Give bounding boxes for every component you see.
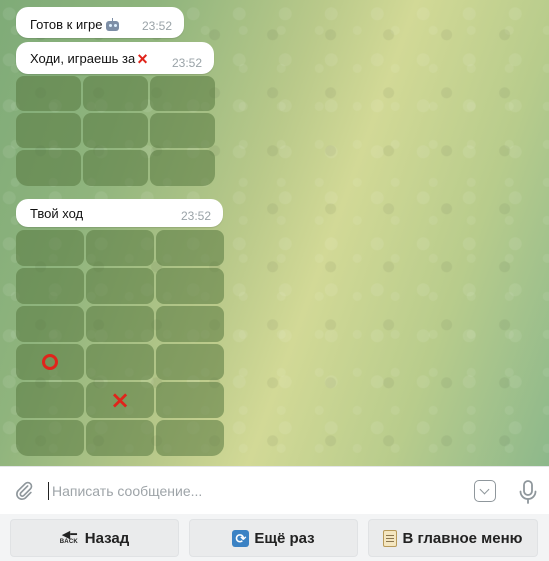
message-text: Готов к игре — [30, 17, 120, 32]
board-cell[interactable] — [16, 76, 81, 111]
board-cell[interactable] — [156, 344, 224, 380]
board-cell[interactable] — [16, 150, 81, 186]
clipboard-icon — [383, 529, 398, 547]
board-cell[interactable] — [156, 306, 224, 342]
microphone-icon[interactable] — [517, 479, 539, 505]
message-input-bar — [0, 466, 549, 514]
main-menu-button[interactable]: В главное меню — [368, 519, 538, 557]
board-cell[interactable] — [83, 150, 148, 186]
message-input[interactable] — [52, 479, 452, 503]
play-again-button[interactable]: ⟳ Ещё раз — [189, 519, 358, 557]
back-button-label: Назад — [84, 529, 130, 547]
message-text: Твой ход — [30, 206, 84, 221]
board-cell[interactable] — [16, 420, 84, 456]
board-cell[interactable] — [156, 230, 224, 266]
message-bubble: Готов к игре 23:52 — [16, 7, 184, 38]
board-cell[interactable] — [150, 113, 215, 148]
board-cell[interactable] — [16, 344, 84, 380]
board-cell[interactable] — [16, 268, 84, 304]
message-time: 23:52 — [171, 56, 202, 70]
message-bubble: Ходи, играешь за × 23:52 — [16, 42, 214, 74]
back-arrow-icon: ◀━ BACK — [59, 529, 78, 546]
board-cell[interactable] — [83, 76, 148, 111]
cross-mark-icon: × — [137, 49, 148, 69]
paperclip-icon[interactable] — [13, 480, 35, 502]
board-cell[interactable] — [86, 268, 154, 304]
board-cell[interactable] — [83, 113, 148, 148]
game-board-previous — [16, 76, 215, 186]
board-cell[interactable] — [16, 113, 81, 148]
robot-icon — [105, 18, 120, 31]
message-text: Ходи, играешь за × — [30, 49, 148, 69]
play-again-button-label: Ещё раз — [254, 529, 315, 547]
back-button[interactable]: ◀━ BACK Назад — [10, 519, 179, 557]
message-bubble: Твой ход 23:52 — [16, 199, 223, 227]
board-cell[interactable] — [16, 306, 84, 342]
board-cell[interactable] — [156, 420, 224, 456]
board-cell[interactable] — [86, 306, 154, 342]
board-cell[interactable] — [16, 230, 84, 266]
board-cell[interactable] — [156, 268, 224, 304]
board-cell[interactable] — [150, 76, 215, 111]
board-cell[interactable] — [156, 382, 224, 418]
cross-mark-icon: × — [109, 386, 131, 414]
reply-keyboard: ◀━ BACK Назад ⟳ Ещё раз В главное меню — [0, 514, 549, 561]
main-menu-button-label: В главное меню — [402, 529, 523, 547]
text-caret — [48, 482, 49, 500]
board-cell[interactable] — [16, 382, 84, 418]
bot-keyboard-toggle-icon[interactable] — [474, 480, 496, 502]
board-cell[interactable] — [86, 230, 154, 266]
board-cell[interactable] — [150, 150, 215, 186]
message-time: 23:52 — [141, 19, 172, 33]
board-cell[interactable] — [86, 420, 154, 456]
message-time: 23:52 — [180, 209, 211, 223]
board-cell[interactable] — [86, 344, 154, 380]
game-board-current: × — [16, 230, 224, 457]
repeat-icon: ⟳ — [232, 529, 250, 547]
chat-area: Готов к игре 23:52 Ходи, играешь за × 23:… — [0, 0, 549, 466]
circle-mark-icon — [42, 354, 58, 370]
board-cell[interactable]: × — [86, 382, 154, 418]
